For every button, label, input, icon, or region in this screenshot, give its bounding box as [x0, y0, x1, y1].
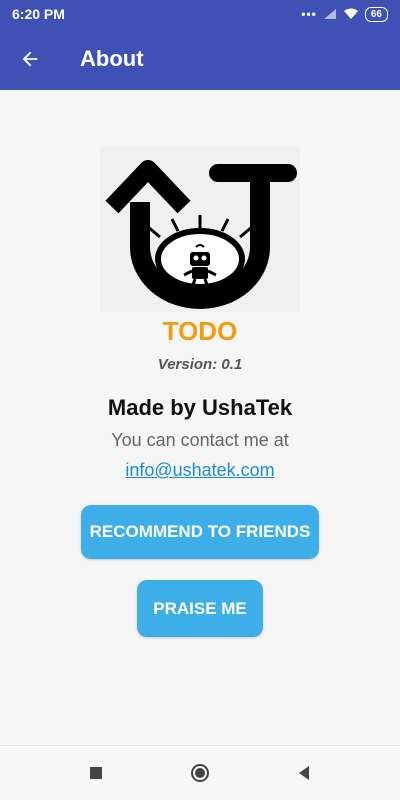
status-bar: 6:20 PM ••• 66 — [0, 0, 400, 28]
battery-icon: 66 — [364, 6, 388, 22]
app-logo — [100, 147, 300, 312]
recommend-button[interactable]: RECOMMEND TO FRIENDS — [81, 505, 319, 559]
recent-apps-icon — [90, 767, 102, 779]
made-by-label: Made by UshaTek — [107, 395, 293, 420]
arrow-left-icon — [22, 51, 38, 67]
page-title: About — [80, 46, 144, 71]
app-bar: About — [0, 28, 400, 90]
praise-button[interactable]: PRAISE ME — [137, 580, 263, 637]
about-content: TODO Version: 0.1 Made by UshaTek You ca… — [0, 90, 400, 745]
home-icon — [191, 764, 209, 782]
signal-icon — [323, 9, 336, 19]
notification-dots: ••• — [301, 7, 317, 21]
wifi-icon — [343, 8, 358, 19]
back-icon — [299, 766, 309, 780]
system-back-button[interactable] — [284, 753, 324, 793]
status-time: 6:20 PM — [12, 6, 65, 22]
recent-apps-button[interactable] — [76, 753, 116, 793]
system-nav-bar — [0, 745, 400, 800]
home-button[interactable] — [180, 753, 220, 793]
back-button[interactable] — [0, 28, 60, 90]
version-label: Version: 0.1 — [157, 356, 243, 373]
app-name: TODO — [162, 316, 238, 346]
contact-text: You can contact me at — [111, 430, 289, 450]
status-icons: ••• 66 — [301, 6, 388, 22]
email-link[interactable]: info@ushatek.com — [0, 460, 400, 481]
